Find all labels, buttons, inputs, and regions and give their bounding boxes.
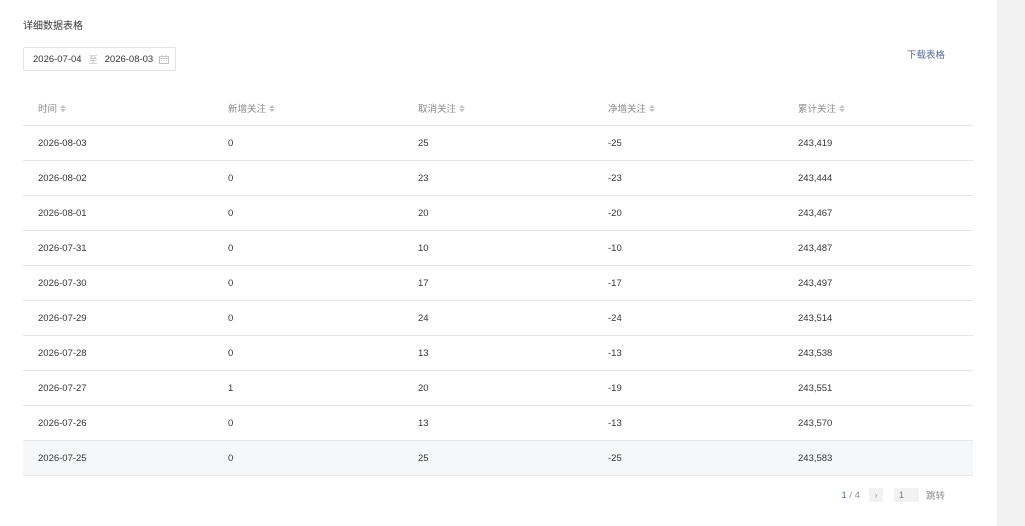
cell-new-follows: 0 (228, 242, 234, 254)
column-header-total-follows[interactable]: 累计关注 (783, 101, 973, 115)
cell-net-follows: -13 (608, 347, 622, 359)
calendar-icon (159, 55, 169, 64)
cell-unfollows: 17 (418, 277, 429, 289)
cell-net-follows: -23 (608, 172, 622, 184)
table-row: 2026-08-02 0 23 -23 243,444 (23, 161, 973, 196)
column-header-unfollows[interactable]: 取消关注 (403, 101, 593, 115)
column-header-net-follows[interactable]: 净增关注 (593, 101, 783, 115)
cell-time: 2026-08-01 (38, 207, 87, 219)
table-row-highlighted: 2026-07-25 0 25 -25 243,583 (23, 441, 973, 476)
page-jump-input[interactable] (893, 488, 919, 502)
cell-time: 2026-07-31 (38, 242, 87, 254)
cell-unfollows: 20 (418, 207, 429, 219)
cell-time: 2026-07-29 (38, 312, 87, 324)
cell-net-follows: -24 (608, 312, 622, 324)
sort-icon (269, 104, 276, 112)
cell-net-follows: -17 (608, 277, 622, 289)
cell-total-follows: 243,419 (798, 137, 833, 149)
table-row: 2026-08-01 0 20 -20 243,467 (23, 196, 973, 231)
cell-unfollows: 13 (418, 347, 429, 359)
cell-total-follows: 243,487 (798, 242, 833, 254)
cell-new-follows: 1 (228, 382, 234, 394)
cell-unfollows: 10 (418, 242, 429, 254)
cell-unfollows: 25 (418, 137, 429, 149)
sort-icon (60, 104, 67, 112)
table-row: 2026-07-27 1 20 -19 243,551 (23, 371, 973, 406)
section-title: 详细数据表格 (23, 21, 83, 32)
cell-new-follows: 0 (228, 172, 234, 184)
cell-net-follows: -19 (608, 382, 622, 394)
table-row: 2026-07-28 0 13 -13 243,538 (23, 336, 973, 371)
cell-new-follows: 0 (228, 347, 234, 359)
cell-net-follows: -25 (608, 137, 622, 149)
table-row: 2026-08-03 0 25 -25 243,419 (23, 126, 973, 161)
date-range-separator: 至 (88, 54, 98, 65)
table-row: 2026-07-30 0 17 -17 243,497 (23, 266, 973, 301)
page-indicator: 1 / 4 (841, 490, 860, 501)
jump-button[interactable]: 跳转 (926, 488, 945, 502)
cell-total-follows: 243,497 (798, 277, 833, 289)
cell-unfollows: 20 (418, 382, 429, 394)
date-range-end: 2026-08-03 (104, 53, 154, 65)
download-table-link[interactable]: 下载表格 (907, 47, 945, 61)
cell-time: 2026-08-03 (38, 137, 87, 149)
page-separator: / (846, 489, 855, 501)
cell-time: 2026-07-27 (38, 382, 87, 394)
cell-total-follows: 243,570 (798, 417, 833, 429)
chevron-right-icon: › (874, 490, 878, 500)
cell-total-follows: 243,583 (798, 452, 833, 464)
cell-unfollows: 23 (418, 172, 429, 184)
cell-net-follows: -13 (608, 417, 622, 429)
pagination: 1 / 4 › 跳转 (841, 487, 945, 503)
cell-new-follows: 0 (228, 312, 234, 324)
page-total: 4 (854, 489, 860, 501)
cell-time: 2026-07-25 (38, 452, 87, 464)
date-range-picker[interactable]: 2026-07-04 至 2026-08-03 (23, 47, 176, 71)
column-header-new-follows[interactable]: 新增关注 (213, 101, 403, 115)
table-header: 时间 新增关注 取消关注 净增关注 累计关注 (23, 91, 973, 126)
cell-total-follows: 243,444 (798, 172, 833, 184)
cell-unfollows: 25 (418, 452, 429, 464)
cell-total-follows: 243,514 (798, 312, 833, 324)
cell-new-follows: 0 (228, 137, 234, 149)
column-header-time[interactable]: 时间 (23, 101, 213, 115)
cell-new-follows: 0 (228, 452, 234, 464)
cell-total-follows: 243,538 (798, 347, 833, 359)
next-page-button[interactable]: › (868, 488, 883, 502)
date-range-start: 2026-07-04 (33, 53, 82, 65)
sort-icon (649, 104, 656, 112)
cell-new-follows: 0 (228, 207, 234, 219)
cell-unfollows: 13 (418, 417, 429, 429)
cell-time: 2026-08-02 (38, 172, 87, 184)
cell-total-follows: 243,467 (798, 207, 833, 219)
cell-time: 2026-07-30 (38, 277, 87, 289)
data-table: 时间 新增关注 取消关注 净增关注 累计关注 2026-08-03 0 25 -… (23, 91, 973, 476)
cell-net-follows: -25 (608, 452, 622, 464)
table-row: 2026-07-29 0 24 -24 243,514 (23, 301, 973, 336)
cell-new-follows: 0 (228, 417, 234, 429)
sort-icon (459, 104, 466, 112)
table-row: 2026-07-31 0 10 -10 243,487 (23, 231, 973, 266)
cell-time: 2026-07-26 (38, 417, 87, 429)
cell-time: 2026-07-28 (38, 347, 87, 359)
cell-net-follows: -20 (608, 207, 622, 219)
cell-new-follows: 0 (228, 277, 234, 289)
sort-icon (839, 104, 846, 112)
data-panel: 详细数据表格 2026-07-04 至 2026-08-03 下载表格 时间 新… (0, 0, 997, 526)
cell-total-follows: 243,551 (798, 382, 833, 394)
table-row: 2026-07-26 0 13 -13 243,570 (23, 406, 973, 441)
cell-net-follows: -10 (608, 242, 622, 254)
cell-unfollows: 24 (418, 312, 429, 324)
